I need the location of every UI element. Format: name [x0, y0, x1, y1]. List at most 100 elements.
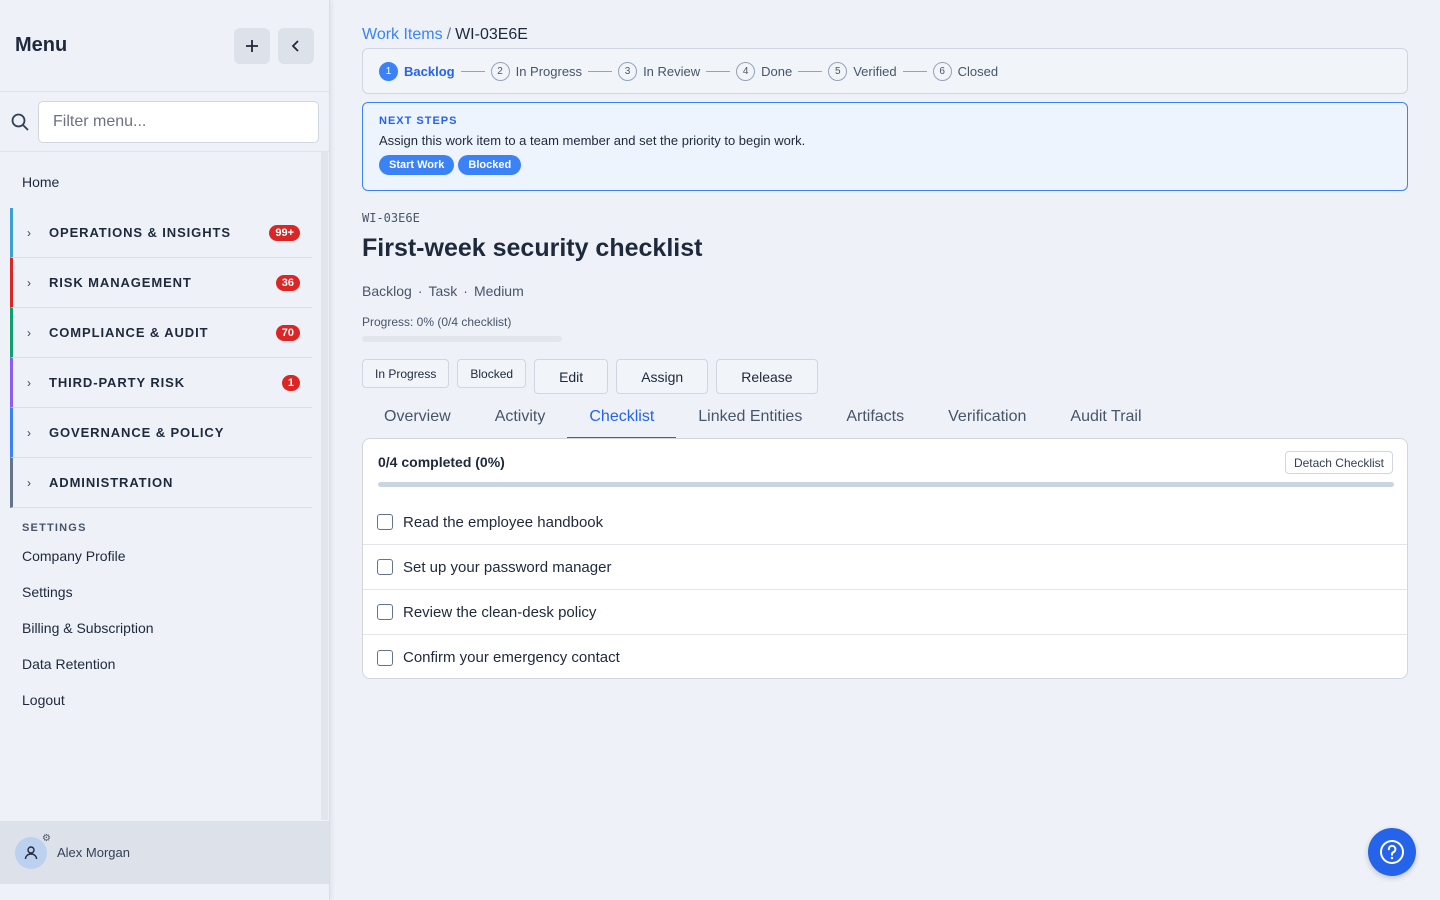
sidebar-title: Menu: [15, 34, 68, 56]
collapse-sidebar-button[interactable]: [278, 27, 314, 64]
checklist-item[interactable]: Read the employee handbook: [363, 500, 1407, 545]
blocked-button[interactable]: Blocked: [458, 155, 522, 175]
checkbox[interactable]: [377, 559, 393, 575]
checklist-summary: 0/4 completed (0%): [378, 454, 505, 470]
checklist-item-text: Read the employee handbook: [403, 513, 604, 531]
tab-verification[interactable]: Verification: [926, 396, 1048, 439]
tab-checklist[interactable]: Checklist: [567, 396, 677, 439]
sidebar-header: Menu: [0, 0, 329, 92]
sidebar-item-settings[interactable]: Settings: [0, 574, 322, 610]
help-circle-icon: [1380, 840, 1404, 864]
work-item-meta: Backlog · Task · Medium: [362, 283, 524, 299]
section-operations-insights[interactable]: › OPERATIONS & INSIGHTS 99+: [10, 208, 312, 258]
step-connector: [706, 70, 731, 72]
next-steps-text: Assign this work item to a team member a…: [379, 133, 806, 148]
add-button[interactable]: [234, 27, 270, 64]
step-number: 4: [736, 61, 756, 81]
next-steps-header: NEXT STEPS: [379, 115, 458, 127]
sidebar: Menu Home › OPERATIONS & INSIGHTS 99+ › …: [0, 0, 330, 900]
section-compliance-audit[interactable]: › COMPLIANCE & AUDIT 70: [10, 308, 312, 358]
step-in-progress: 2 In Progress: [490, 61, 582, 81]
plus-icon: [246, 39, 258, 52]
start-work-button[interactable]: Start Work: [379, 155, 455, 175]
sidebar-item-data-retention[interactable]: Data Retention: [0, 646, 322, 682]
step-number: 3: [618, 61, 638, 81]
section-administration[interactable]: › ADMINISTRATION: [10, 458, 312, 508]
workflow-stepper: 1 Backlog 2 In Progress 3 In Review 4 Done 5…: [362, 48, 1408, 94]
detail-tabs: Overview Activity Checklist Linked Entit…: [362, 396, 1164, 439]
step-label: Done: [761, 63, 793, 79]
section-label: ADMINISTRATION: [49, 475, 174, 490]
section-label: RISK MANAGEMENT: [49, 275, 192, 290]
edit-button[interactable]: Edit: [534, 359, 609, 394]
type-text: Task: [428, 283, 458, 299]
section-label: OPERATIONS & INSIGHTS: [49, 225, 231, 240]
tab-artifacts[interactable]: Artifacts: [824, 396, 926, 439]
chevron-right-icon: ›: [27, 325, 31, 340]
breadcrumb-current: WI-03E6E: [455, 26, 528, 43]
step-label: Closed: [957, 63, 999, 79]
chevron-right-icon: ›: [27, 375, 31, 390]
step-number: 6: [932, 61, 952, 81]
checklist-item[interactable]: Set up your password manager: [363, 545, 1407, 590]
step-backlog: 1 Backlog: [379, 61, 455, 81]
tab-audit-trail[interactable]: Audit Trail: [1048, 396, 1163, 439]
tab-overview[interactable]: Overview: [362, 396, 473, 439]
checklist-item-text: Review the clean-desk policy: [403, 603, 597, 621]
step-connector: [902, 70, 927, 72]
count-badge: 99+: [269, 224, 300, 241]
step-label: Verified: [853, 63, 897, 79]
section-governance-policy[interactable]: › GOVERNANCE & POLICY: [10, 408, 312, 458]
user-icon: [24, 845, 38, 859]
checkbox[interactable]: [377, 514, 393, 530]
chevron-right-icon: ›: [27, 275, 31, 290]
in-progress-button[interactable]: In Progress: [362, 359, 450, 388]
checklist-item[interactable]: Confirm your emergency contact: [363, 635, 1407, 680]
section-third-party-risk[interactable]: › THIRD-PARTY RISK 1: [10, 358, 312, 408]
section-label: GOVERNANCE & POLICY: [49, 425, 225, 440]
count-badge: 36: [275, 274, 300, 291]
chevron-right-icon: ›: [27, 225, 31, 240]
section-risk-management[interactable]: › RISK MANAGEMENT 36: [10, 258, 312, 308]
checkbox[interactable]: [377, 649, 393, 666]
sidebar-item-home[interactable]: Home: [0, 152, 322, 208]
blocked-status-button[interactable]: Blocked: [457, 359, 527, 388]
gear-icon: ⚙: [42, 832, 51, 844]
step-connector: [460, 70, 485, 72]
tab-linked-entities[interactable]: Linked Entities: [676, 396, 824, 439]
checklist-items: Read the employee handbook Set up your p…: [363, 500, 1407, 680]
status-text: Backlog: [362, 283, 412, 299]
step-connector: [798, 70, 823, 72]
release-button[interactable]: Release: [716, 359, 818, 394]
search-icon: [11, 113, 29, 131]
section-label: THIRD-PARTY RISK: [49, 375, 185, 390]
step-in-review: 3 In Review: [618, 61, 700, 81]
chevron-left-icon: [291, 39, 299, 52]
checklist-progress-bar: [378, 482, 1394, 487]
filter-menu-input[interactable]: [38, 100, 319, 143]
step-label: Backlog: [404, 63, 455, 79]
assign-button[interactable]: Assign: [616, 359, 709, 394]
sidebar-item-company-profile[interactable]: Company Profile: [0, 538, 322, 574]
step-connector: [588, 70, 613, 72]
user-profile[interactable]: ⚙ Alex Morgan: [0, 821, 329, 884]
step-closed: 6 Closed: [932, 61, 999, 81]
count-badge: 70: [275, 324, 300, 341]
sidebar-item-billing[interactable]: Billing & Subscription: [0, 610, 322, 646]
detach-checklist-button[interactable]: Detach Checklist: [1284, 451, 1393, 474]
checkbox[interactable]: [377, 604, 393, 620]
breadcrumb-link-work-items[interactable]: Work Items: [362, 26, 443, 43]
count-badge: 1: [281, 374, 300, 391]
help-button[interactable]: [1368, 828, 1416, 876]
tab-activity[interactable]: Activity: [473, 396, 568, 439]
step-number: 5: [828, 61, 848, 81]
sidebar-scrollbar[interactable]: [321, 152, 328, 820]
sidebar-item-logout[interactable]: Logout: [0, 682, 322, 718]
settings-header: SETTINGS: [22, 522, 87, 534]
progress-bar: [362, 336, 562, 342]
work-item-id: WI-03E6E: [362, 211, 420, 225]
user-name: Alex Morgan: [57, 845, 130, 860]
checklist-item-text: Confirm your emergency contact: [403, 649, 620, 666]
step-done: 4 Done: [736, 61, 793, 81]
checklist-item[interactable]: Review the clean-desk policy: [363, 590, 1407, 635]
